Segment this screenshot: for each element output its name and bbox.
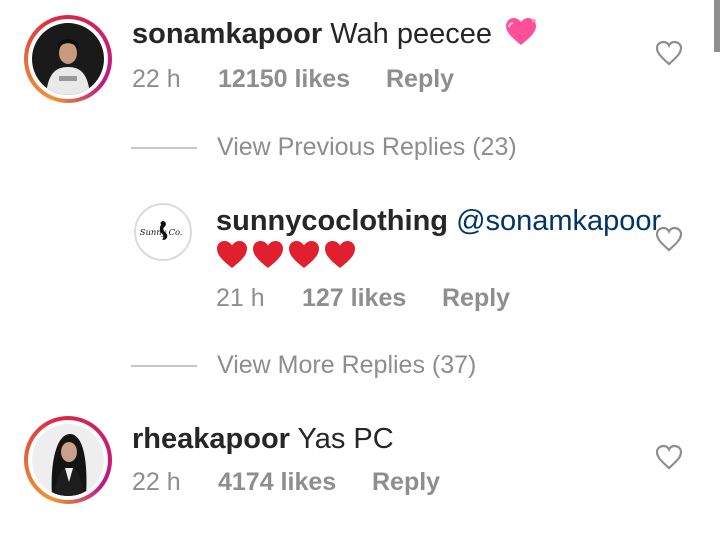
likes-count[interactable]: 127 likes	[302, 283, 406, 313]
reply-button[interactable]: Reply	[442, 283, 510, 313]
view-more-label: View More Replies (37)	[217, 351, 477, 379]
divider-dash	[131, 146, 197, 149]
red-hearts-emoji	[216, 240, 356, 269]
svg-text:Co.: Co.	[169, 227, 183, 237]
username[interactable]: sunnycoclothing	[216, 205, 448, 237]
red-heart-emoji	[289, 241, 319, 268]
comment-text: Yas PC	[297, 423, 394, 455]
sparkling-heart-emoji	[506, 18, 538, 45]
comment-time: 22 h	[132, 65, 181, 93]
comment-line: sunnycoclothing @sonamkapoor	[216, 203, 661, 239]
avatar-image	[32, 424, 104, 496]
window-edge	[714, 0, 720, 52]
avatar-image	[32, 23, 104, 95]
likes-count[interactable]: 4174 likes	[218, 467, 336, 497]
mention-link[interactable]: @sonamkapoor	[456, 205, 661, 237]
divider-dash	[131, 364, 197, 367]
reply-button[interactable]: Reply	[372, 467, 440, 497]
heart-outline-icon[interactable]	[655, 40, 683, 66]
view-previous-replies[interactable]: View Previous Replies (23)	[131, 133, 517, 162]
reply-button[interactable]: Reply	[386, 64, 454, 94]
avatar-sunnycoclothing[interactable]: Sunny Co.	[134, 203, 192, 261]
red-heart-emoji	[325, 241, 355, 268]
view-more-replies[interactable]: View More Replies (37)	[131, 351, 476, 380]
comment-time: 22 h	[132, 468, 181, 496]
avatar-rheakapoor[interactable]	[24, 416, 112, 504]
red-heart-emoji	[253, 241, 283, 268]
comment-line: rheakapoor Yas PC	[132, 421, 394, 457]
username[interactable]: rheakapoor	[132, 423, 290, 455]
view-previous-label: View Previous Replies (23)	[217, 133, 517, 161]
avatar-sonamkapoor[interactable]	[24, 15, 112, 103]
comment-line: sonamkapoor Wah peecee	[132, 16, 538, 52]
username[interactable]: sonamkapoor	[132, 18, 322, 50]
likes-count[interactable]: 12150 likes	[218, 64, 350, 94]
sunnyco-logo: Sunny Co.	[140, 220, 183, 240]
red-heart-emoji	[217, 241, 247, 268]
heart-outline-icon[interactable]	[655, 226, 683, 252]
comment-time: 21 h	[216, 284, 265, 312]
heart-outline-icon[interactable]	[655, 444, 683, 470]
comment-text: Wah peecee	[330, 18, 492, 50]
